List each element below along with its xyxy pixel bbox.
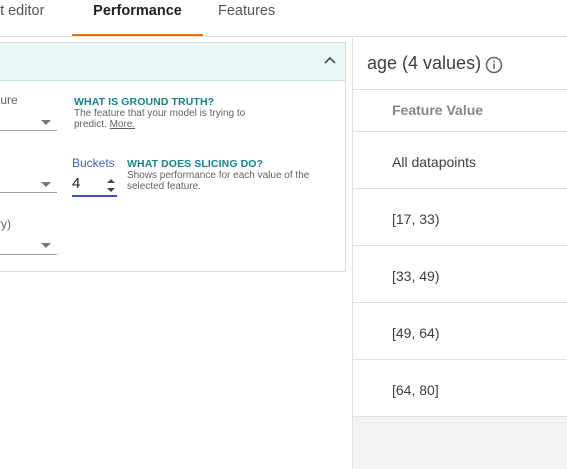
configure-panel: ture WHAT IS GROUND TRUTH? The feature t… bbox=[0, 42, 346, 272]
info-icon[interactable] bbox=[485, 56, 503, 74]
configure-panel-header[interactable] bbox=[0, 43, 345, 81]
row-value: [33, 49) bbox=[392, 268, 440, 284]
slicing-help-title: WHAT DOES SLICING DO? bbox=[127, 158, 264, 170]
feature-panel-header: age (4 values) bbox=[353, 38, 567, 90]
row-value: [49, 64) bbox=[392, 325, 440, 341]
dropdown-caret-icon bbox=[41, 243, 51, 248]
buckets-input[interactable]: 4 bbox=[72, 173, 117, 197]
feature-title: age (4 values) bbox=[367, 53, 482, 73]
third-feature-select[interactable] bbox=[0, 228, 57, 256]
feature-values-table: Feature Value All datapoints [17, 33) [3… bbox=[353, 90, 567, 417]
feature-values-panel: age (4 values) Feature Value All datapoi… bbox=[352, 38, 567, 469]
column-header-feature-value[interactable]: Feature Value bbox=[392, 102, 483, 118]
buckets-label: Buckets bbox=[72, 156, 115, 170]
tab-bar: nt editor Performance Features bbox=[0, 0, 567, 37]
ground-truth-help-title: WHAT IS GROUND TRUTH? bbox=[74, 96, 215, 108]
row-value: [17, 33) bbox=[392, 211, 440, 227]
table-row[interactable]: [64, 80] bbox=[353, 360, 567, 417]
table-row[interactable]: [33, 49) bbox=[353, 246, 567, 303]
row-value: All datapoints bbox=[392, 154, 477, 170]
dropdown-caret-icon bbox=[41, 182, 51, 187]
row-value: [64, 80] bbox=[392, 382, 439, 398]
table-header: Feature Value bbox=[353, 90, 567, 132]
chevron-up-icon[interactable] bbox=[323, 53, 337, 67]
table-row[interactable]: [49, 64) bbox=[353, 303, 567, 360]
buckets-value: 4 bbox=[72, 175, 81, 192]
table-row[interactable]: [17, 33) bbox=[353, 189, 567, 246]
ground-truth-feature-select[interactable] bbox=[0, 103, 57, 131]
spinner-arrows-icon[interactable] bbox=[105, 175, 117, 195]
more-link[interactable]: More. bbox=[110, 119, 136, 130]
tab-features[interactable]: Features bbox=[218, 0, 288, 36]
tab-datapoint-editor[interactable]: nt editor bbox=[0, 0, 52, 36]
dropdown-caret-icon bbox=[41, 120, 51, 125]
tab-performance[interactable]: Performance bbox=[72, 0, 203, 36]
slicing-help-text: Shows performance for each value of the … bbox=[127, 170, 310, 192]
ground-truth-help-text: The feature that your model is trying to… bbox=[74, 108, 246, 130]
table-row[interactable]: All datapoints bbox=[353, 132, 567, 189]
slice-by-feature-select[interactable] bbox=[0, 165, 57, 193]
